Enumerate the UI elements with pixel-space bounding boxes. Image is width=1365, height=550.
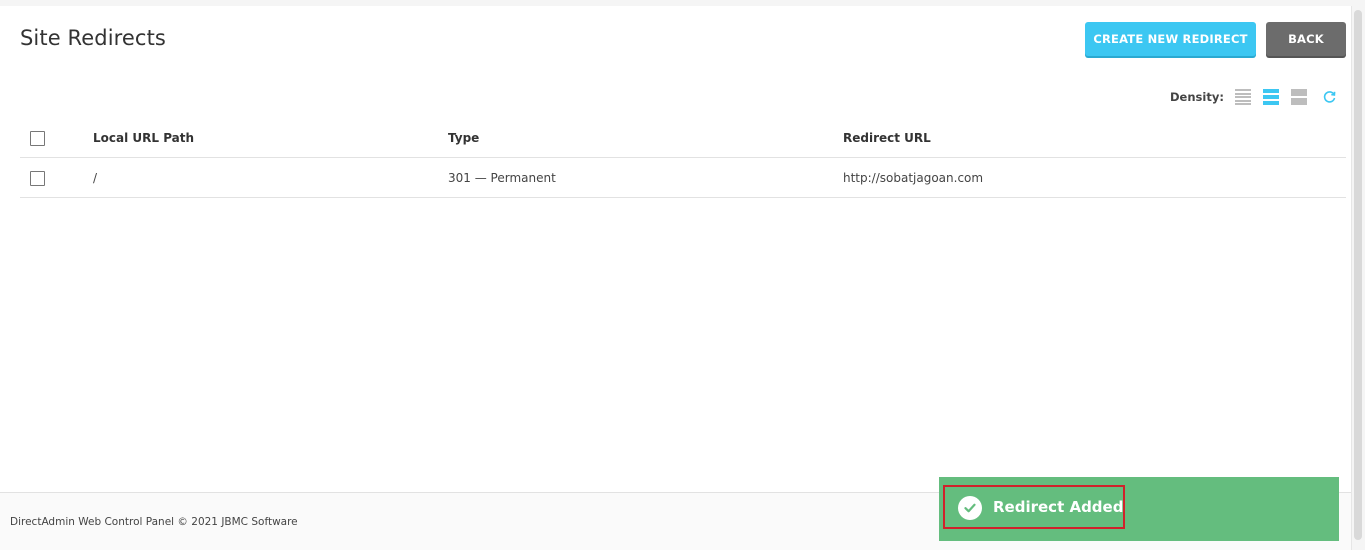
main-content: Site Redirects CREATE NEW REDIRECT BACK … <box>0 6 1351 492</box>
back-button[interactable]: BACK <box>1266 22 1346 56</box>
cell-local-url-path: / <box>93 171 98 185</box>
page-title: Site Redirects <box>20 26 166 50</box>
density-label: Density: <box>1170 90 1224 104</box>
table-header-row: Local URL Path Type Redirect URL <box>20 118 1346 158</box>
density-normal-icon[interactable] <box>1262 89 1279 105</box>
create-new-redirect-button[interactable]: CREATE NEW REDIRECT <box>1085 22 1256 56</box>
cell-redirect-url: http://sobatjagoan.com <box>843 171 984 185</box>
row-select-cell <box>30 158 45 198</box>
footer-copyright: DirectAdmin Web Control Panel © 2021 JBM… <box>10 516 298 528</box>
toast-highlight-frame <box>943 485 1125 529</box>
redirects-table: Local URL Path Type Redirect URL / 301 —… <box>20 118 1346 198</box>
select-all-checkbox[interactable] <box>30 130 45 146</box>
select-all-cell <box>30 118 45 158</box>
column-header-type[interactable]: Type <box>448 118 479 158</box>
cell-type: 301 — Permanent <box>448 171 556 185</box>
row-checkbox[interactable] <box>30 170 45 186</box>
table-row[interactable]: / 301 — Permanent http://sobatjagoan.com <box>20 158 1346 198</box>
density-compact-icon[interactable] <box>1234 89 1251 105</box>
refresh-icon[interactable] <box>1323 90 1337 104</box>
scrollbar-thumb[interactable] <box>1354 10 1362 540</box>
column-header-local-url-path[interactable]: Local URL Path <box>93 118 194 158</box>
density-comfortable-icon[interactable] <box>1290 89 1307 105</box>
density-controls: Density: <box>1170 88 1337 106</box>
column-header-redirect-url[interactable]: Redirect URL <box>843 118 931 158</box>
